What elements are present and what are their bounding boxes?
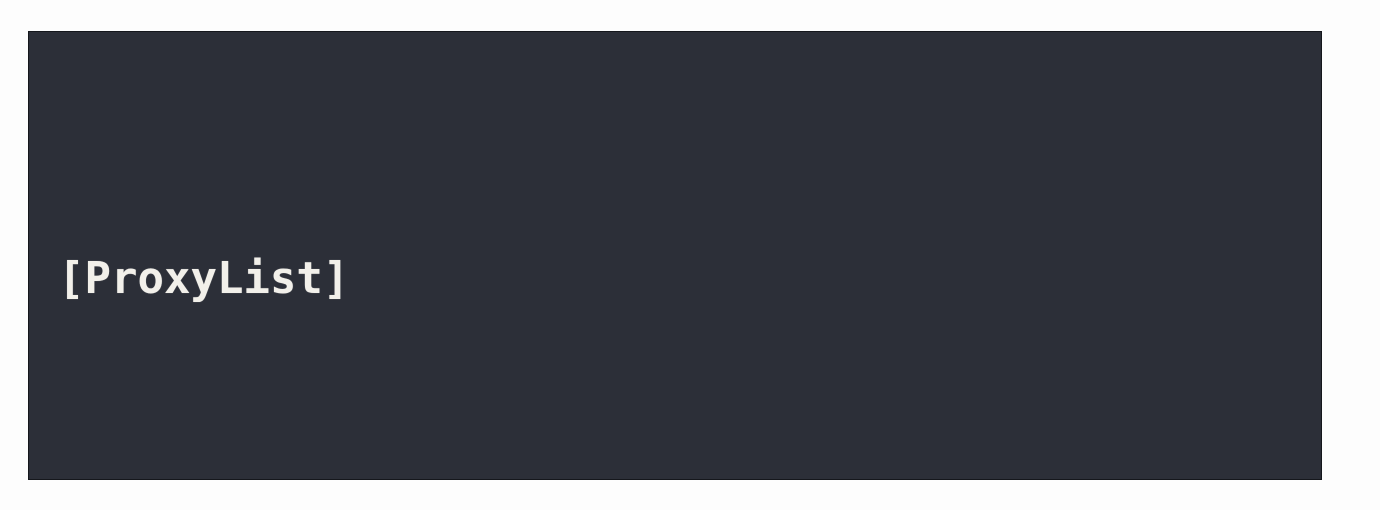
proxylist-section-header: [ProxyList] (58, 253, 350, 304)
code-text-area[interactable]: [ProxyList] # add proxy here ... # meanw… (58, 48, 1321, 479)
code-editor-panel[interactable]: [ProxyList] # add proxy here ... # meanw… (28, 31, 1322, 480)
screenshot-root: [ProxyList] # add proxy here ... # meanw… (0, 0, 1380, 510)
code-line-1[interactable]: [ProxyList] (58, 246, 1321, 312)
